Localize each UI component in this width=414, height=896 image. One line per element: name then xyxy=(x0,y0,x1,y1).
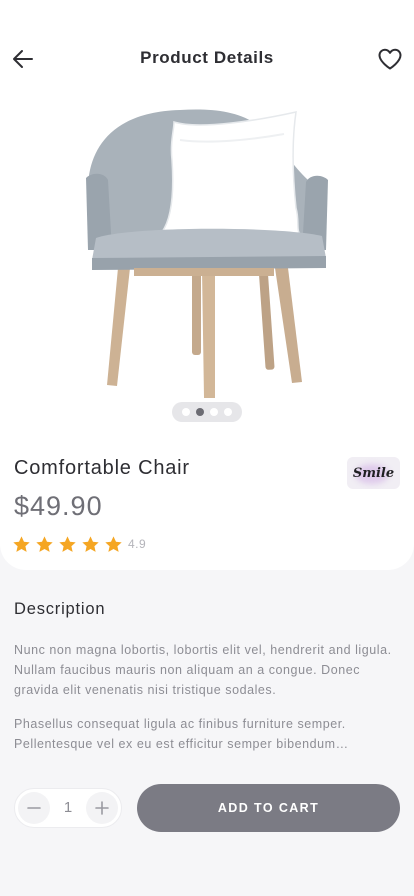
favorite-button[interactable] xyxy=(376,45,404,73)
plus-icon xyxy=(95,801,109,815)
carousel-dot[interactable] xyxy=(224,408,232,416)
rating: 4.9 xyxy=(12,534,146,554)
carousel-dot-active[interactable] xyxy=(196,408,204,416)
minus-icon xyxy=(27,807,41,809)
star-icon xyxy=(36,535,53,552)
carousel-dot[interactable] xyxy=(210,408,218,416)
star-icon xyxy=(59,535,76,552)
increase-quantity-button[interactable] xyxy=(86,792,118,824)
quantity-value[interactable]: 1 xyxy=(51,799,85,816)
brand-badge[interactable]: Smile xyxy=(347,457,400,489)
add-to-cart-button[interactable]: ADD TO CART xyxy=(137,784,400,832)
carousel-dot[interactable] xyxy=(182,408,190,416)
app-header: Product Details xyxy=(0,36,414,80)
description-title: Description xyxy=(14,600,106,618)
decrease-quantity-button[interactable] xyxy=(18,792,50,824)
product-image[interactable] xyxy=(70,100,346,400)
product-card: Product Details Comfortable Chair Smile … xyxy=(0,0,414,570)
brand-logo: Smile xyxy=(352,465,395,481)
star-icon xyxy=(105,535,122,552)
star-icon xyxy=(13,535,30,552)
quantity-stepper: 1 xyxy=(14,788,122,828)
product-price: $49.90 xyxy=(14,491,103,521)
heart-icon xyxy=(378,48,402,70)
page-title: Product Details xyxy=(140,48,274,67)
description-paragraph: Nunc non magna lobortis, lobortis elit v… xyxy=(14,643,392,697)
product-name: Comfortable Chair xyxy=(14,457,190,479)
star-icon xyxy=(82,535,99,552)
description-paragraph: Phasellus consequat ligula ac finibus fu… xyxy=(14,717,349,751)
image-carousel-indicator[interactable] xyxy=(172,402,242,422)
rating-value: 4.9 xyxy=(128,537,147,551)
